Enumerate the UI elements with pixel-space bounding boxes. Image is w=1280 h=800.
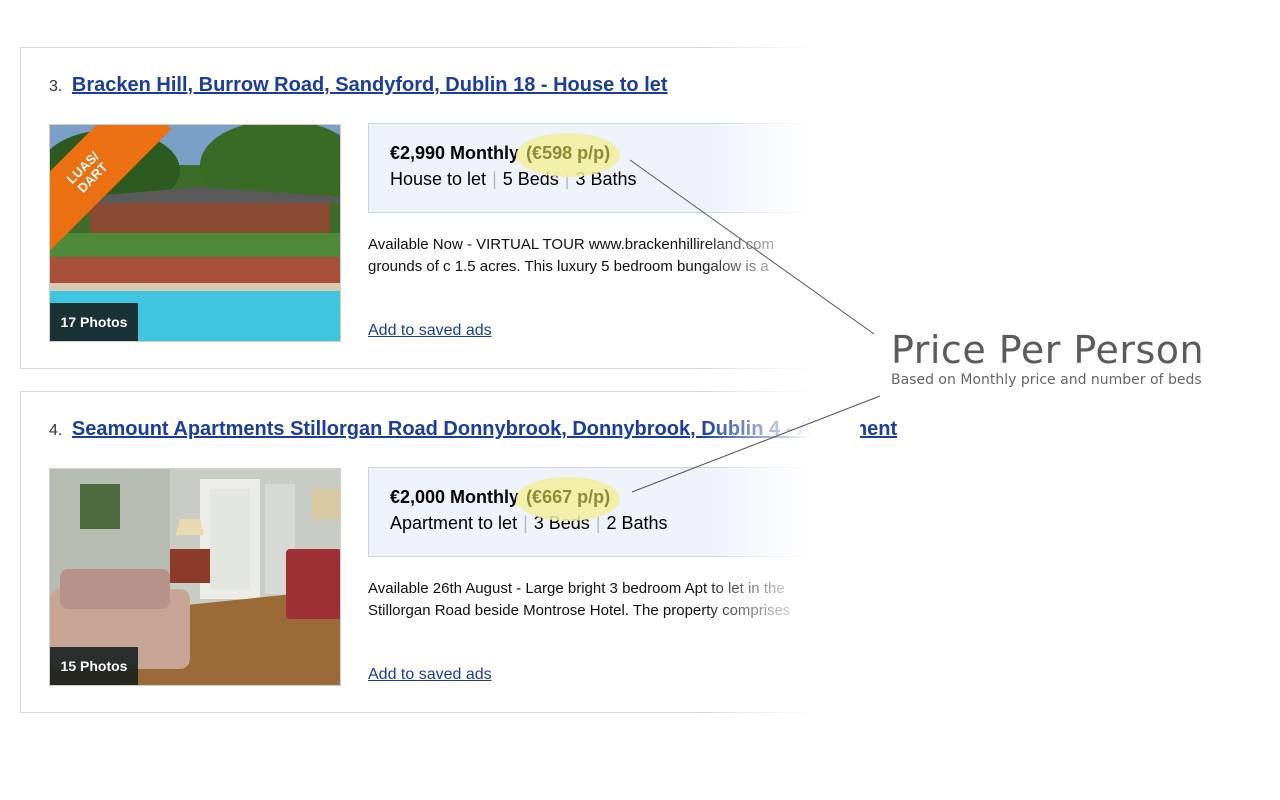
callout-title: Price Per Person [891, 328, 1205, 372]
callout-subtitle: Based on Monthly price and number of bed… [891, 372, 1202, 388]
callout-connector-lines [629, 159, 881, 493]
connector-line-top [629, 159, 875, 335]
connector-line-bottom [631, 395, 881, 493]
price-per-person: (€598 p/p) [516, 133, 621, 177]
price-per-person-value: (€667 p/p) [526, 487, 611, 507]
price-per-person: (€667 p/p) [516, 477, 621, 521]
price-per-person-value: (€598 p/p) [526, 143, 611, 163]
